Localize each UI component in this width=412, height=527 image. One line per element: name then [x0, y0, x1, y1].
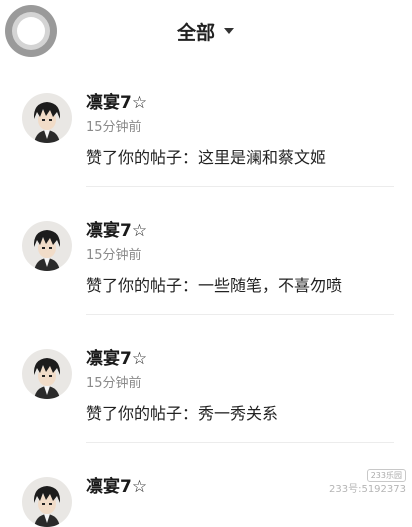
- top-bar: 全部: [0, 0, 412, 62]
- username[interactable]: 凛宴7☆: [86, 88, 147, 113]
- watermark: 233乐园 233号:5192373: [329, 469, 406, 497]
- notification-item[interactable]: 凛宴7☆ 15分钟前 赞了你的帖子：一些随笔，不喜勿喷: [0, 214, 412, 342]
- avatar[interactable]: [22, 221, 72, 271]
- watermark-text: 233号:5192373: [329, 484, 406, 495]
- notification-message[interactable]: 赞了你的帖子：秀一秀关系: [86, 400, 278, 424]
- divider: [86, 186, 394, 187]
- username[interactable]: 凛宴7☆: [86, 344, 147, 369]
- timestamp: 15分钟前: [86, 120, 142, 135]
- home-circle-icon[interactable]: [5, 5, 57, 57]
- caret-down-icon: [224, 28, 235, 34]
- notification-message[interactable]: 赞了你的帖子：这里是澜和蔡文姬: [86, 144, 326, 168]
- timestamp: 15分钟前: [86, 248, 142, 263]
- username[interactable]: 凛宴7☆: [86, 216, 147, 241]
- notification-item[interactable]: 凛宴7☆ 15分钟前 赞了你的帖子：秀一秀关系: [0, 342, 412, 470]
- divider: [86, 442, 394, 443]
- filter-dropdown[interactable]: 全部: [177, 16, 235, 46]
- username[interactable]: 凛宴7☆: [86, 472, 147, 497]
- notification-message[interactable]: 赞了你的帖子：一些随笔，不喜勿喷: [86, 272, 342, 296]
- watermark-badge: 233乐园: [366, 469, 406, 482]
- divider: [86, 314, 394, 315]
- filter-label: 全部: [177, 21, 216, 44]
- avatar[interactable]: [22, 93, 72, 143]
- notification-item[interactable]: 凛宴7☆ 15分钟前 赞了你的帖子：这里是澜和蔡文姬: [0, 86, 412, 214]
- avatar[interactable]: [22, 477, 72, 527]
- timestamp: 15分钟前: [86, 376, 142, 391]
- avatar[interactable]: [22, 349, 72, 399]
